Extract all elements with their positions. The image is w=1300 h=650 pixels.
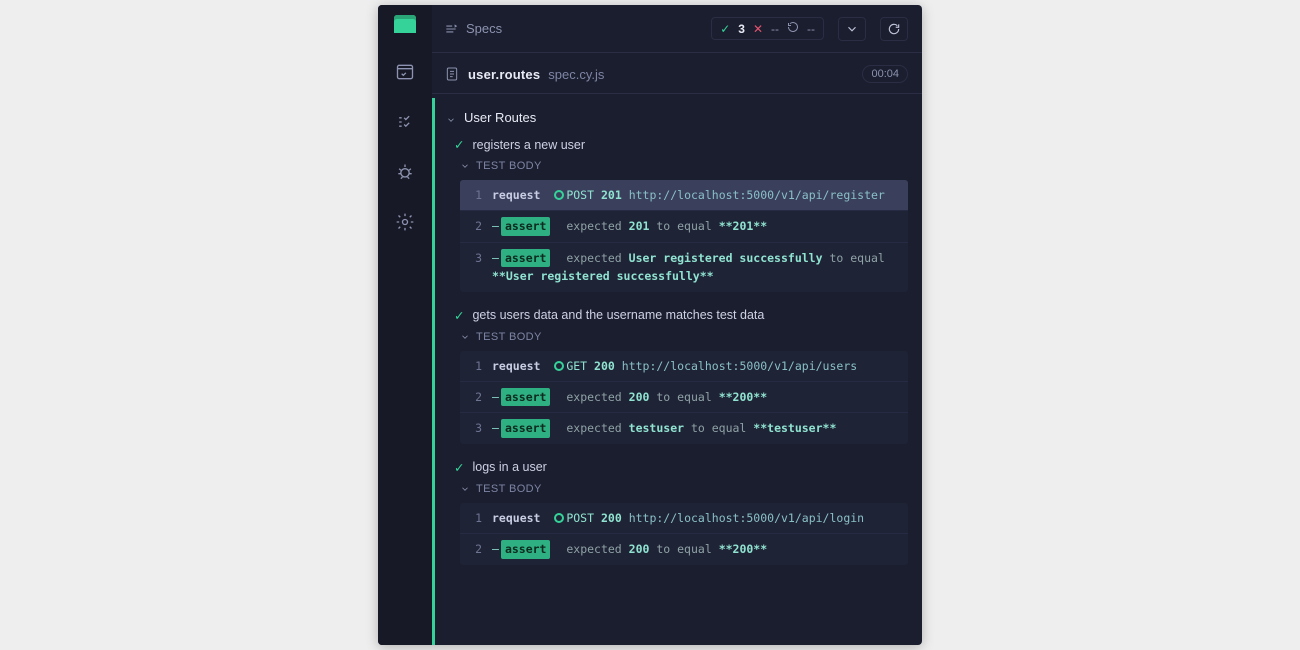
fail-icon: ✕: [753, 22, 763, 36]
specs-nav-icon[interactable]: [394, 61, 416, 83]
chevron-down-icon: [460, 161, 470, 171]
test-title: logs in a user: [472, 460, 546, 474]
command-log: 1 request GET 200 http://localhost:5000/v…: [460, 351, 908, 444]
spec-duration: 00:04: [862, 65, 908, 83]
test-body-header[interactable]: TEST BODY: [432, 327, 922, 347]
command-index: 3: [470, 419, 482, 437]
suite-name: User Routes: [464, 110, 536, 125]
command-index: 1: [470, 509, 482, 527]
app-window: Specs ✓ 3 ✕ -- --: [378, 5, 922, 645]
command-row[interactable]: 1 request POST 200 http://localhost:5000/…: [460, 503, 908, 533]
command-index: 1: [470, 186, 482, 204]
test-row[interactable]: ✓ logs in a user: [432, 454, 922, 479]
command-row[interactable]: 2 –assert expected 200 to equal **200**: [460, 533, 908, 564]
status-dot-icon: [554, 513, 564, 523]
pass-count: 3: [738, 22, 745, 36]
command-log: 1 request POST 200 http://localhost:5000/…: [460, 503, 908, 565]
runs-nav-icon[interactable]: [394, 111, 416, 133]
command-index: 3: [470, 249, 482, 267]
header: Specs ✓ 3 ✕ -- --: [432, 5, 922, 53]
spec-file-ext: spec.cy.js: [548, 67, 604, 82]
pending-count: --: [807, 22, 815, 36]
command-index: 2: [470, 540, 482, 558]
test-body-header[interactable]: TEST BODY: [432, 156, 922, 176]
command-body: request GET 200 http://localhost:5000/v1…: [492, 357, 898, 375]
pass-icon: ✓: [720, 22, 730, 36]
file-icon: [444, 66, 460, 82]
spec-file-name: user.routes: [468, 67, 540, 82]
divider: [432, 93, 922, 94]
expand-toggle-button[interactable]: [838, 17, 866, 41]
command-row[interactable]: 1 request POST 201 http://localhost:5000/…: [460, 180, 908, 210]
settings-nav-icon[interactable]: [394, 211, 416, 233]
check-icon: ✓: [454, 137, 464, 152]
specs-breadcrumb[interactable]: Specs: [444, 21, 502, 36]
command-body: –assert expected 201 to equal **201**: [492, 217, 898, 235]
pending-icon: [787, 21, 799, 36]
rerun-button[interactable]: [880, 17, 908, 41]
sidebar: [378, 5, 432, 645]
app-logo-icon: [394, 15, 416, 33]
test-title: registers a new user: [472, 138, 585, 152]
test-row[interactable]: ✓ gets users data and the username matche…: [432, 302, 922, 327]
command-row[interactable]: 2 –assert expected 200 to equal **200**: [460, 381, 908, 412]
fail-count: --: [771, 22, 779, 36]
test-title: gets users data and the username matches…: [472, 308, 764, 322]
check-icon: ✓: [454, 308, 464, 323]
command-body: request POST 201 http://localhost:5000/v…: [492, 186, 898, 204]
command-body: –assert expected User registered success…: [492, 249, 898, 286]
spec-title-row: user.routes spec.cy.js 00:04: [432, 53, 922, 93]
command-body: –assert expected testuser to equal **tes…: [492, 419, 898, 437]
test-body-header[interactable]: TEST BODY: [432, 479, 922, 499]
status-dot-icon: [554, 361, 564, 371]
check-icon: ✓: [454, 460, 464, 475]
command-row[interactable]: 2 –assert expected 201 to equal **201**: [460, 210, 908, 241]
pass-rail: [432, 98, 435, 645]
suite-header[interactable]: User Routes: [432, 104, 922, 131]
debug-nav-icon[interactable]: [394, 161, 416, 183]
command-body: –assert expected 200 to equal **200**: [492, 388, 898, 406]
command-row[interactable]: 3 –assert expected User registered succes…: [460, 242, 908, 292]
test-row[interactable]: ✓ registers a new user: [432, 131, 922, 156]
test-body-label: TEST BODY: [476, 483, 542, 495]
test-body-label: TEST BODY: [476, 160, 542, 172]
command-row[interactable]: 3 –assert expected testuser to equal **te…: [460, 412, 908, 443]
specs-list-icon: [444, 22, 458, 36]
command-log: 1 request POST 201 http://localhost:5000/…: [460, 180, 908, 292]
command-body: request POST 200 http://localhost:5000/v…: [492, 509, 898, 527]
command-row[interactable]: 1 request GET 200 http://localhost:5000/v…: [460, 351, 908, 381]
test-body-label: TEST BODY: [476, 331, 542, 343]
command-index: 2: [470, 217, 482, 235]
command-body: –assert expected 200 to equal **200**: [492, 540, 898, 558]
chevron-down-icon: [460, 332, 470, 342]
command-index: 2: [470, 388, 482, 406]
results-body[interactable]: User Routes ✓ registers a new user TEST BO…: [432, 98, 922, 645]
test-stats: ✓ 3 ✕ -- --: [711, 17, 824, 40]
status-dot-icon: [554, 190, 564, 200]
specs-label: Specs: [466, 21, 502, 36]
chevron-down-icon: [446, 113, 456, 123]
command-index: 1: [470, 357, 482, 375]
chevron-down-icon: [460, 484, 470, 494]
main-panel: Specs ✓ 3 ✕ -- --: [432, 5, 922, 645]
